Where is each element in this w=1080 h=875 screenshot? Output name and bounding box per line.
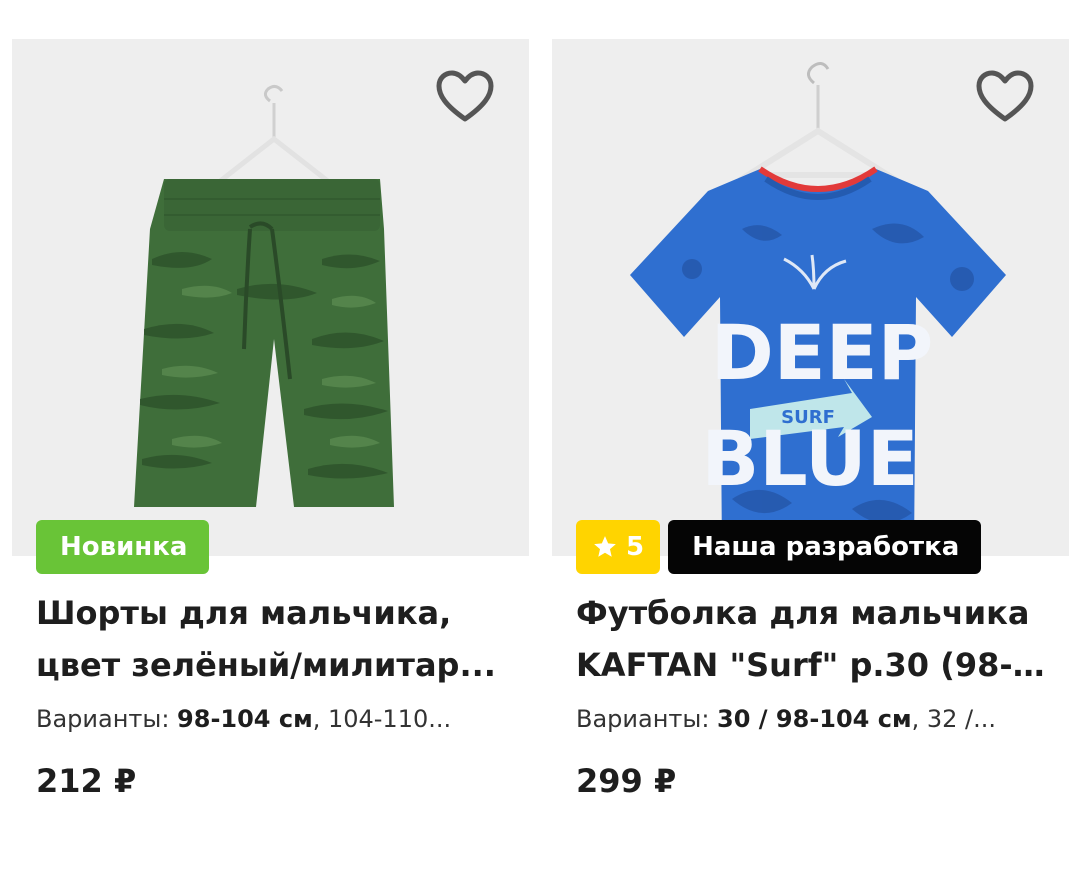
- new-badge: Новинка: [36, 520, 210, 574]
- product-title-line: Шорты для мальчика,: [36, 594, 452, 632]
- variants-info: Варианты: 98-104 см, 104-110...: [36, 701, 498, 737]
- variants-selected: 30 / 98-104 см: [717, 705, 912, 733]
- product-grid: Новинка Шорты для мальчика, цвет зелёный…: [0, 0, 1080, 875]
- product-card[interactable]: DEEP SURF BLUE 5 Наша разработка Футболк…: [552, 39, 1069, 839]
- badge-row: 5 Наша разработка: [576, 520, 982, 574]
- product-card[interactable]: Новинка Шорты для мальчика, цвет зелёный…: [12, 39, 529, 839]
- print-text: DEEP: [711, 308, 934, 397]
- variants-label: Варианты:: [576, 705, 718, 733]
- heart-outline-icon[interactable]: [975, 69, 1035, 125]
- product-title-line: Футболка для мальчика: [576, 594, 1030, 632]
- product-image[interactable]: DEEP SURF BLUE: [552, 39, 1069, 556]
- rating-badge: 5: [576, 520, 661, 574]
- star-icon: [594, 536, 616, 557]
- product-title[interactable]: Шорты для мальчика, цвет зелёный/милитар…: [36, 587, 516, 691]
- variants-info: Варианты: 30 / 98-104 см, 32 /...: [576, 701, 1038, 737]
- product-title[interactable]: Футболка для мальчика KAFTAN "Surf" р.30…: [576, 587, 1056, 691]
- variants-selected: 98-104 см: [177, 705, 313, 733]
- variants-rest: , 32 /...: [911, 705, 996, 733]
- rating-value: 5: [626, 532, 645, 562]
- product-title-line: цвет зелёный/милитар...: [36, 646, 496, 684]
- product-image[interactable]: [12, 39, 529, 556]
- product-price: 212 ₽: [36, 762, 137, 800]
- badge-row: Новинка: [36, 520, 210, 574]
- variants-label: Варианты:: [36, 705, 178, 733]
- product-price: 299 ₽: [576, 762, 677, 800]
- own-brand-badge: Наша разработка: [668, 520, 982, 574]
- variants-rest: , 104-110...: [312, 705, 452, 733]
- heart-outline-icon[interactable]: [435, 69, 495, 125]
- print-text: BLUE: [701, 414, 918, 503]
- product-title-line: KAFTAN "Surf" р.30 (98-1...: [576, 646, 1056, 684]
